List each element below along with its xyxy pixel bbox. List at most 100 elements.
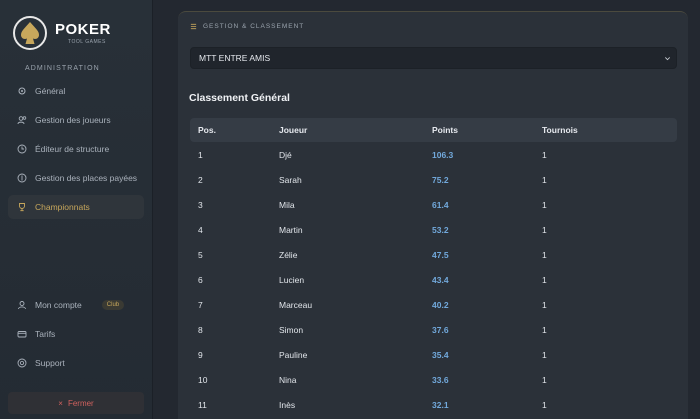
cell-position: 10 bbox=[198, 374, 208, 385]
column-header-points: Points bbox=[432, 125, 458, 135]
coin-icon bbox=[17, 173, 27, 183]
sidebar-item-label: Mon compte bbox=[35, 300, 82, 310]
cell-position: 7 bbox=[198, 299, 203, 310]
table-row: 10 Nina 33.6 1 bbox=[190, 367, 677, 392]
table-row: 7 Marceau 40.2 1 bbox=[190, 292, 677, 317]
sidebar-item-support[interactable]: Support bbox=[8, 351, 144, 375]
column-header-player: Joueur bbox=[279, 125, 308, 135]
sidebar-item-players[interactable]: Gestion des joueurs bbox=[8, 108, 144, 132]
cell-tournaments: 1 bbox=[542, 349, 547, 360]
cell-player: Lucien bbox=[279, 274, 305, 285]
brand-title: POKER bbox=[55, 21, 111, 38]
table-body: 1 Djé 106.3 1 2 Sarah 75.2 1 3 Mila 61.4 1 4 Martin 53… bbox=[190, 142, 677, 417]
cell-tournaments: 1 bbox=[542, 174, 547, 185]
cell-player: Pauline bbox=[279, 349, 308, 360]
brand-admin-label: ADMINISTRATION bbox=[25, 65, 100, 72]
cell-player: Nina bbox=[279, 374, 297, 385]
sidebar-item-label: Gestion des places payées bbox=[35, 173, 138, 183]
card-icon bbox=[17, 331, 27, 338]
sidebar-item-label: Éditeur de structure bbox=[35, 144, 110, 154]
cell-tournaments: 1 bbox=[542, 199, 547, 210]
gear-icon bbox=[18, 87, 26, 95]
sidebar-item-label: Support bbox=[35, 358, 65, 368]
cell-points: 53.2 bbox=[432, 224, 449, 235]
cell-points: 75.2 bbox=[432, 174, 449, 185]
cell-player: Martin bbox=[279, 224, 303, 235]
user-icon bbox=[18, 301, 26, 310]
ranking-title: Classement Général bbox=[189, 92, 290, 104]
table-row: 5 Zélie 47.5 1 bbox=[190, 242, 677, 267]
ranking-panel: GESTION & CLASSEMENT MTT ENTRE AMIS Clas… bbox=[178, 11, 688, 419]
sidebar-item-account[interactable]: Mon compte Club bbox=[8, 293, 144, 317]
spade-logo-icon bbox=[13, 16, 47, 50]
panel-header-label: GESTION & CLASSEMENT bbox=[203, 23, 305, 30]
cell-tournaments: 1 bbox=[542, 224, 547, 235]
cell-player: Inès bbox=[279, 399, 296, 410]
sidebar-item-label: Gestion des joueurs bbox=[35, 115, 111, 125]
brand[interactable]: POKER TOOL GAMES ADMINISTRATION bbox=[12, 13, 142, 72]
cell-player: Marceau bbox=[279, 299, 313, 310]
cell-player: Sarah bbox=[279, 174, 302, 185]
sidebar-item-structure[interactable]: Éditeur de structure bbox=[8, 137, 144, 161]
ranking-table: Pos. Joueur Points Tournois 1 Djé 106.3 1 2 S… bbox=[190, 118, 677, 417]
table-header: Pos. Joueur Points Tournois bbox=[190, 118, 677, 142]
cell-position: 1 bbox=[198, 149, 203, 160]
cell-tournaments: 1 bbox=[542, 274, 547, 285]
table-row: 9 Pauline 35.4 1 bbox=[190, 342, 677, 367]
table-row: 11 Inès 32.1 1 bbox=[190, 392, 677, 417]
cell-tournaments: 1 bbox=[542, 149, 547, 160]
cell-player: Zélie bbox=[279, 249, 298, 260]
column-header-tournaments: Tournois bbox=[542, 125, 578, 135]
logout-label: Fermer bbox=[67, 398, 94, 408]
sidebar: POKER TOOL GAMES ADMINISTRATION Général … bbox=[0, 0, 153, 419]
sidebar-item-label: Général bbox=[35, 86, 66, 96]
users-icon bbox=[17, 116, 27, 125]
cell-points: 40.2 bbox=[432, 299, 449, 310]
column-header-position: Pos. bbox=[198, 125, 216, 135]
cell-points: 33.6 bbox=[432, 374, 449, 385]
panel-header: GESTION & CLASSEMENT bbox=[190, 23, 304, 30]
chevron-down-icon bbox=[665, 57, 670, 61]
sidebar-item-label: Championnats bbox=[35, 202, 90, 212]
cell-points: 106.3 bbox=[432, 149, 454, 160]
cell-tournaments: 1 bbox=[542, 299, 547, 310]
cell-points: 37.6 bbox=[432, 324, 449, 335]
cell-points: 32.1 bbox=[432, 399, 449, 410]
cell-tournaments: 1 bbox=[542, 324, 547, 335]
cell-player: Simon bbox=[279, 324, 304, 335]
cell-position: 3 bbox=[198, 199, 203, 210]
sidebar-item-pricing[interactable]: Tarifs bbox=[8, 322, 144, 346]
close-icon: × bbox=[58, 398, 63, 408]
cell-position: 5 bbox=[198, 249, 203, 260]
cell-position: 4 bbox=[198, 224, 203, 235]
cell-tournaments: 1 bbox=[542, 374, 547, 385]
help-icon bbox=[17, 358, 27, 368]
sidebar-item-championships[interactable]: Championnats bbox=[8, 195, 144, 219]
cell-points: 47.5 bbox=[432, 249, 449, 260]
sidebar-item-general[interactable]: Général bbox=[8, 79, 144, 103]
cell-position: 2 bbox=[198, 174, 203, 185]
table-row: 3 Mila 61.4 1 bbox=[190, 192, 677, 217]
cell-position: 6 bbox=[198, 274, 203, 285]
cell-tournaments: 1 bbox=[542, 399, 547, 410]
cell-points: 35.4 bbox=[432, 349, 449, 360]
cell-points: 61.4 bbox=[432, 199, 449, 210]
list-icon bbox=[190, 23, 197, 30]
championship-select-value: MTT ENTRE AMIS bbox=[199, 53, 271, 63]
cell-player: Djé bbox=[279, 149, 292, 160]
table-row: 1 Djé 106.3 1 bbox=[190, 142, 677, 167]
table-row: 6 Lucien 43.4 1 bbox=[190, 267, 677, 292]
clock-icon bbox=[17, 144, 27, 154]
cell-position: 8 bbox=[198, 324, 203, 335]
sidebar-item-paid-places[interactable]: Gestion des places payées bbox=[8, 166, 144, 190]
table-row: 8 Simon 37.6 1 bbox=[190, 317, 677, 342]
table-row: 2 Sarah 75.2 1 bbox=[190, 167, 677, 192]
championship-select[interactable]: MTT ENTRE AMIS bbox=[190, 47, 677, 69]
table-row: 4 Martin 53.2 1 bbox=[190, 217, 677, 242]
cell-player: Mila bbox=[279, 199, 295, 210]
brand-subtitle: TOOL GAMES bbox=[68, 39, 106, 45]
cell-points: 43.4 bbox=[432, 274, 449, 285]
trophy-icon bbox=[19, 203, 25, 212]
cell-position: 9 bbox=[198, 349, 203, 360]
logout-button[interactable]: × Fermer bbox=[8, 392, 144, 414]
